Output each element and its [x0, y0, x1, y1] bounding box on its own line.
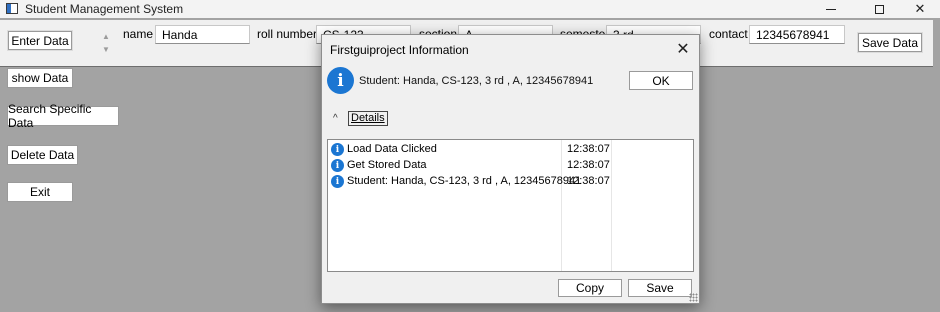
enter-data-button[interactable]: Enter Data	[8, 31, 72, 50]
information-dialog: Firstguiproject Information ✕ i Student:…	[321, 34, 700, 304]
contact-field[interactable]: 12345678941	[749, 25, 845, 44]
copy-button[interactable]: Copy	[558, 279, 622, 297]
log-message: Get Stored Data	[347, 159, 427, 171]
minimize-icon	[826, 8, 836, 10]
info-icon: i	[331, 175, 344, 188]
close-window-button[interactable]: ✕	[897, 0, 940, 18]
contact-label: contact	[709, 27, 748, 41]
show-data-button[interactable]: show Data	[7, 68, 73, 88]
details-label: Details	[348, 111, 388, 126]
minimize-button[interactable]	[808, 0, 854, 18]
spin-up-icon[interactable]: ▲	[101, 32, 111, 41]
log-time: 12:38:07	[567, 159, 610, 171]
log-time: 12:38:07	[567, 143, 610, 155]
dialog-message: Student: Handa, CS-123, 3 rd , A, 123456…	[359, 75, 594, 87]
search-specific-data-button[interactable]: Search Specific Data	[7, 102, 119, 130]
log-message: Student: Handa, CS-123, 3 rd , A, 123456…	[347, 175, 582, 187]
log-time: 12:38:07	[567, 175, 610, 187]
details-toggle[interactable]: ^ Details	[333, 111, 388, 126]
log-row[interactable]: i Load Data Clicked 12:38:07	[330, 142, 690, 158]
resize-grip-icon[interactable]	[689, 293, 698, 302]
roll-number-label: roll number	[257, 27, 318, 41]
info-icon: i	[331, 159, 344, 172]
dialog-title: Firstguiproject Information	[330, 43, 469, 57]
delete-data-button[interactable]: Delete Data	[7, 145, 78, 165]
save-button[interactable]: Save	[628, 279, 692, 297]
log-message: Load Data Clicked	[347, 143, 437, 155]
maximize-button[interactable]	[856, 0, 902, 18]
log-row[interactable]: i Get Stored Data 12:38:07	[330, 158, 690, 174]
name-label: name	[123, 27, 154, 41]
maximize-icon	[874, 4, 884, 14]
exit-button[interactable]: Exit	[7, 182, 73, 202]
close-icon: ✕	[914, 1, 926, 16]
dialog-close-button[interactable]: ✕	[672, 39, 694, 59]
info-icon: i	[327, 67, 354, 94]
log-row[interactable]: i Student: Handa, CS-123, 3 rd , A, 1234…	[330, 174, 690, 190]
save-data-button[interactable]: Save Data	[858, 33, 922, 52]
info-icon: i	[331, 143, 344, 156]
window-title: Student Management System	[25, 2, 184, 16]
title-bar: Student Management System ✕	[0, 0, 940, 18]
close-icon: ✕	[676, 41, 690, 58]
app-window-icon	[6, 3, 18, 14]
spin-down-icon[interactable]: ▼	[101, 45, 111, 54]
ok-button[interactable]: OK	[629, 71, 693, 90]
name-field[interactable]: Handa	[155, 25, 250, 44]
details-log-panel[interactable]: i Load Data Clicked 12:38:07 i Get Store…	[327, 139, 694, 272]
chevron-up-icon: ^	[333, 113, 338, 124]
